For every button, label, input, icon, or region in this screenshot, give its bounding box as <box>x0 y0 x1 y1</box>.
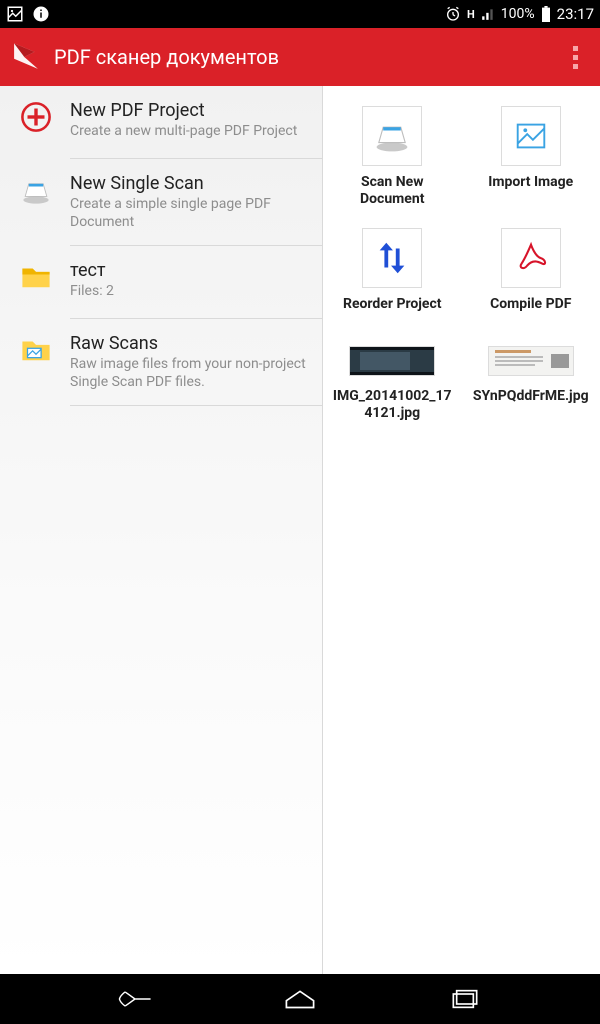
navigation-bar <box>0 974 600 1024</box>
action-reorder-project[interactable]: Reorder Project <box>323 222 462 327</box>
recents-button[interactable] <box>435 984 495 1014</box>
signal-icon <box>481 7 495 21</box>
image-icon <box>501 106 561 166</box>
list-item-raw-scans[interactable]: Raw Scans Raw image files from your non-… <box>0 319 322 405</box>
divider <box>70 405 322 406</box>
action-scan-new-document[interactable]: Scan New Document <box>323 100 462 222</box>
list-item-new-pdf-project[interactable]: New PDF Project Create a new multi-page … <box>0 86 322 158</box>
app-bar: PDF сканер документов <box>0 28 600 86</box>
alarm-icon <box>445 6 461 22</box>
action-label: Compile PDF <box>490 296 571 313</box>
list-item-subtitle: Raw image files from your non-project Si… <box>70 356 312 391</box>
scanner-icon <box>14 173 58 217</box>
action-label: Scan New Document <box>332 174 452 208</box>
file-label: SYnPQddFrME.jpg <box>473 388 589 405</box>
file-item[interactable]: IMG_20141002_174121.jpg <box>323 336 462 440</box>
clock: 23:17 <box>557 5 594 23</box>
status-bar: H 100% 23:17 <box>0 0 600 28</box>
reorder-arrows-icon <box>362 228 422 288</box>
folder-image-icon <box>14 333 58 377</box>
action-compile-pdf[interactable]: Compile PDF <box>462 222 600 327</box>
list-item-new-single-scan[interactable]: New Single Scan Create a simple single p… <box>0 159 322 245</box>
info-icon <box>32 5 50 23</box>
add-circle-icon <box>14 100 58 144</box>
app-title: PDF сканер документов <box>54 45 279 69</box>
back-button[interactable] <box>105 984 165 1014</box>
list-item-title: New Single Scan <box>70 173 312 194</box>
list-item-subtitle: Create a simple single page PDF Document <box>70 196 312 231</box>
battery-percent: 100% <box>501 6 535 22</box>
list-item-subtitle: Create a new multi-page PDF Project <box>70 123 312 141</box>
image-indicator-icon <box>6 5 24 23</box>
left-pane: New PDF Project Create a new multi-page … <box>0 86 322 974</box>
network-type-label: H <box>467 8 475 21</box>
list-item-project-folder[interactable]: тест Files: 2 <box>0 246 322 318</box>
file-item[interactable]: SYnPQddFrME.jpg <box>462 336 600 440</box>
scanner-icon <box>362 106 422 166</box>
action-label: Reorder Project <box>343 296 442 313</box>
home-button[interactable] <box>270 984 330 1014</box>
list-item-subtitle: Files: 2 <box>70 283 312 301</box>
file-thumbnail <box>488 346 574 376</box>
action-import-image[interactable]: Import Image <box>462 100 600 222</box>
folder-icon <box>14 260 58 304</box>
file-thumbnail <box>349 346 435 376</box>
pdf-icon <box>501 228 561 288</box>
right-pane: Scan New Document Import Image Reorder P… <box>322 86 600 974</box>
list-item-title: Raw Scans <box>70 333 312 354</box>
list-item-title: New PDF Project <box>70 100 312 121</box>
main-content: New PDF Project Create a new multi-page … <box>0 86 600 974</box>
list-item-title: тест <box>70 260 312 281</box>
action-label: Import Image <box>488 174 573 191</box>
battery-icon <box>541 6 551 22</box>
file-label: IMG_20141002_174121.jpg <box>332 388 452 422</box>
overflow-menu-button[interactable] <box>560 37 590 77</box>
app-logo-icon <box>6 37 46 77</box>
